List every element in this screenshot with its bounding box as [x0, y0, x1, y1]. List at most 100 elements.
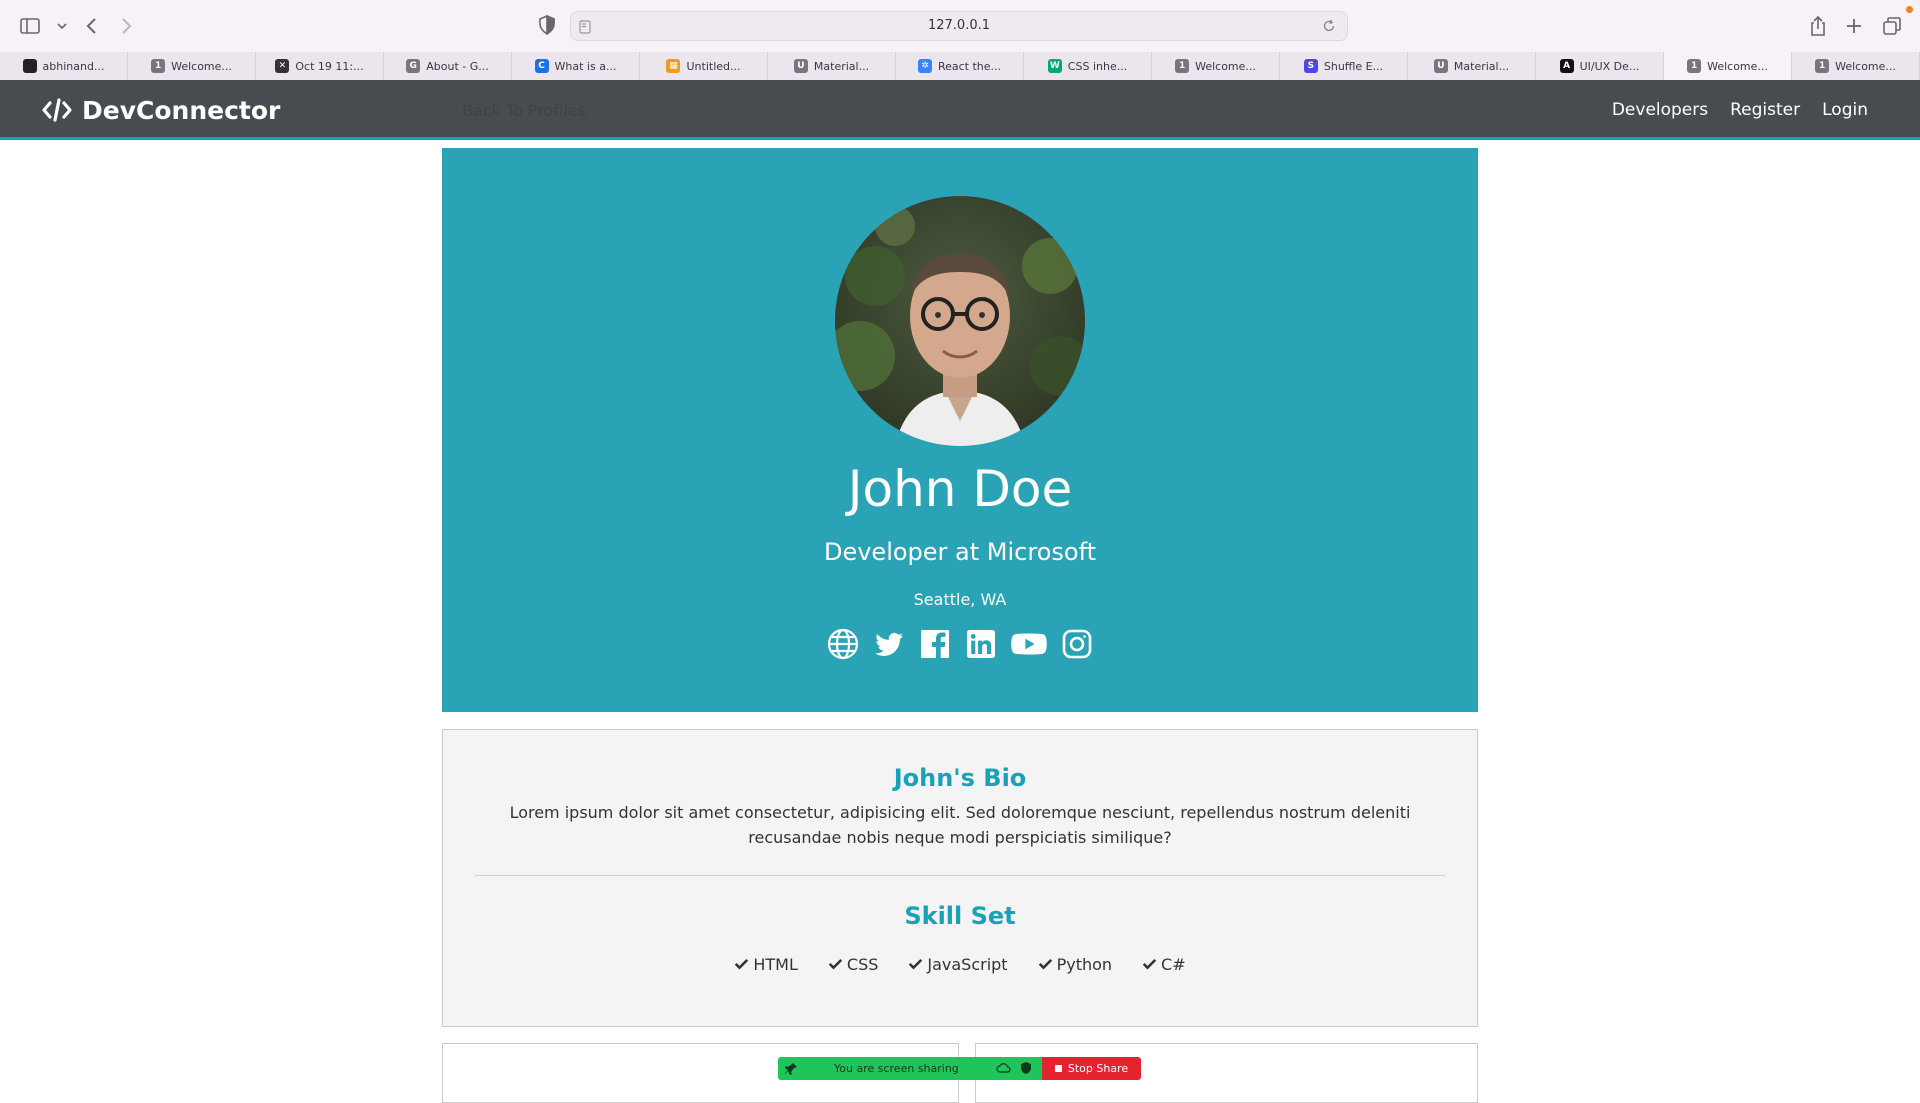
- app-icon: 1: [1815, 59, 1830, 73]
- browser-tab-label: CSS inhe...: [1067, 59, 1128, 73]
- browser-tab-label: Untitled...: [686, 59, 741, 73]
- profile-name: John Doe: [847, 460, 1073, 518]
- twitter-icon[interactable]: [873, 628, 905, 660]
- check-icon: [1142, 959, 1157, 970]
- reload-icon[interactable]: [1321, 18, 1337, 34]
- share-status[interactable]: You are screen sharing: [778, 1057, 1042, 1080]
- browser-tab[interactable]: W CSS inhe...: [1024, 52, 1152, 80]
- address-bar[interactable]: 127.0.0.1: [570, 11, 1348, 41]
- back-to-profiles-link[interactable]: Back To Profiles: [462, 101, 586, 120]
- browser-tab[interactable]: 1 Welcome...: [128, 52, 256, 80]
- screen-share-bar: You are screen sharing Stop Share: [778, 1057, 1141, 1080]
- shield-check-icon: [1021, 1062, 1031, 1074]
- u-icon: U: [1433, 59, 1448, 73]
- new-tab-plus-icon[interactable]: [1842, 14, 1866, 38]
- globe-icon[interactable]: [827, 628, 859, 660]
- browser-tab-label: abhinand...: [42, 59, 105, 73]
- browser-tab-label: Oct 19 11:...: [295, 59, 364, 73]
- skill-item: CSS: [828, 955, 878, 974]
- profile-top: John Doe Developer at Microsoft Seattle,…: [442, 148, 1478, 712]
- browser-tab[interactable]: ✲ React the...: [896, 52, 1024, 80]
- skill-label: JavaScript: [927, 955, 1008, 974]
- nav-developers[interactable]: Developers: [1612, 100, 1708, 120]
- check-icon: [735, 959, 749, 970]
- privacy-shield-icon[interactable]: [538, 14, 556, 36]
- browser-tab[interactable]: abhinand...: [0, 52, 128, 80]
- browser-tab-label: Welcome...: [1707, 59, 1768, 73]
- nav-register[interactable]: Register: [1730, 100, 1800, 120]
- skill-label: Python: [1056, 955, 1113, 974]
- check-icon: [1038, 959, 1052, 970]
- share-status-text: You are screen sharing: [834, 1062, 959, 1075]
- nav-links: Developers Register Login: [1612, 100, 1868, 120]
- code-icon: [42, 97, 72, 123]
- skills-list: HTML CSS JavaScript Python C#: [443, 955, 1477, 974]
- skill-item: JavaScript: [908, 955, 1008, 974]
- browser-tab[interactable]: ✕ Oct 19 11:...: [256, 52, 384, 80]
- cloud-icon: [996, 1063, 1011, 1073]
- react-icon: ✲: [917, 59, 932, 73]
- browser-tab-label: Welcome...: [171, 59, 232, 73]
- stop-share-label: Stop Share: [1067, 1062, 1129, 1075]
- skill-item: HTML: [734, 955, 798, 974]
- navbar: DevConnector Back To Profiles Developers…: [0, 80, 1920, 140]
- app-icon: 1: [151, 59, 166, 73]
- check-icon: [828, 959, 843, 970]
- x-cross-icon: ✕: [275, 59, 290, 73]
- brand-link[interactable]: DevConnector: [42, 94, 280, 126]
- skill-item: C#: [1142, 955, 1186, 974]
- stop-share-button[interactable]: Stop Share: [1042, 1057, 1141, 1080]
- nav-login[interactable]: Login: [1822, 100, 1868, 120]
- browser-tab[interactable]: U Material...: [768, 52, 896, 80]
- browser-toolbar: 127.0.0.1: [0, 0, 1920, 53]
- u-icon: U: [793, 59, 808, 73]
- social-links: [442, 628, 1478, 660]
- stop-icon: [1054, 1065, 1062, 1072]
- browser-tab[interactable]: G About - G...: [384, 52, 512, 80]
- github-icon: [22, 59, 37, 73]
- w-icon: W: [1047, 59, 1062, 73]
- profile-about: John's Bio Lorem ipsum dolor sit amet co…: [442, 729, 1478, 1027]
- url-text: 127.0.0.1: [927, 18, 991, 33]
- skill-label: HTML: [753, 955, 798, 974]
- browser-tab[interactable]: 1 Welcome...: [1792, 52, 1920, 80]
- browser-tab[interactable]: C What is a...: [512, 52, 640, 80]
- check-icon: [909, 959, 923, 970]
- pin-icon: [785, 1062, 797, 1075]
- browser-tab-label: Welcome...: [1835, 59, 1896, 73]
- tab-strip: abhinand... 1 Welcome... ✕ Oct 19 11:... G Abo…: [0, 52, 1920, 81]
- avatar: [835, 196, 1085, 446]
- youtube-icon[interactable]: [1011, 628, 1047, 660]
- browser-tab-label: UI/UX De...: [1579, 59, 1640, 73]
- profile-title: Developer at Microsoft: [823, 538, 1097, 566]
- app-icon: 1: [1175, 59, 1190, 73]
- grid-icon: ▦: [666, 59, 681, 73]
- facebook-icon[interactable]: [919, 628, 951, 660]
- g-icon: G: [406, 59, 421, 73]
- shuffle-icon: S: [1303, 59, 1318, 73]
- forward-arrow-icon[interactable]: [114, 14, 138, 38]
- browser-tab[interactable]: ▦ Untitled...: [640, 52, 768, 80]
- browser-tab-label: Material...: [1453, 59, 1510, 73]
- swirl-icon: C: [534, 59, 549, 73]
- bio-heading: John's Bio: [893, 764, 1027, 792]
- browser-tab[interactable]: U Material...: [1408, 52, 1536, 80]
- share-icon[interactable]: [1806, 14, 1830, 38]
- browser-tab-label: React the...: [937, 59, 1002, 73]
- browser-tab[interactable]: 1 Welcome...: [1664, 52, 1792, 80]
- chevron-down-icon[interactable]: [50, 14, 67, 38]
- instagram-icon[interactable]: [1061, 628, 1093, 660]
- browser-tab[interactable]: S Shuffle E...: [1280, 52, 1408, 80]
- bio-text: Lorem ipsum dolor sit amet consectetur, …: [509, 803, 1411, 847]
- back-arrow-icon[interactable]: [80, 14, 104, 38]
- tab-overview-icon[interactable]: [1880, 14, 1904, 38]
- linkedin-icon[interactable]: [965, 628, 997, 660]
- skill-label: CSS: [846, 955, 879, 974]
- browser-tab-label: About - G...: [426, 59, 489, 73]
- browser-tab-label: Welcome...: [1195, 59, 1256, 73]
- sidebar-toggle-icon[interactable]: [18, 14, 42, 38]
- divider: [475, 875, 1445, 876]
- browser-tab[interactable]: 1 Welcome...: [1152, 52, 1280, 80]
- uiux-icon: A: [1559, 59, 1574, 73]
- browser-tab[interactable]: A UI/UX De...: [1536, 52, 1664, 80]
